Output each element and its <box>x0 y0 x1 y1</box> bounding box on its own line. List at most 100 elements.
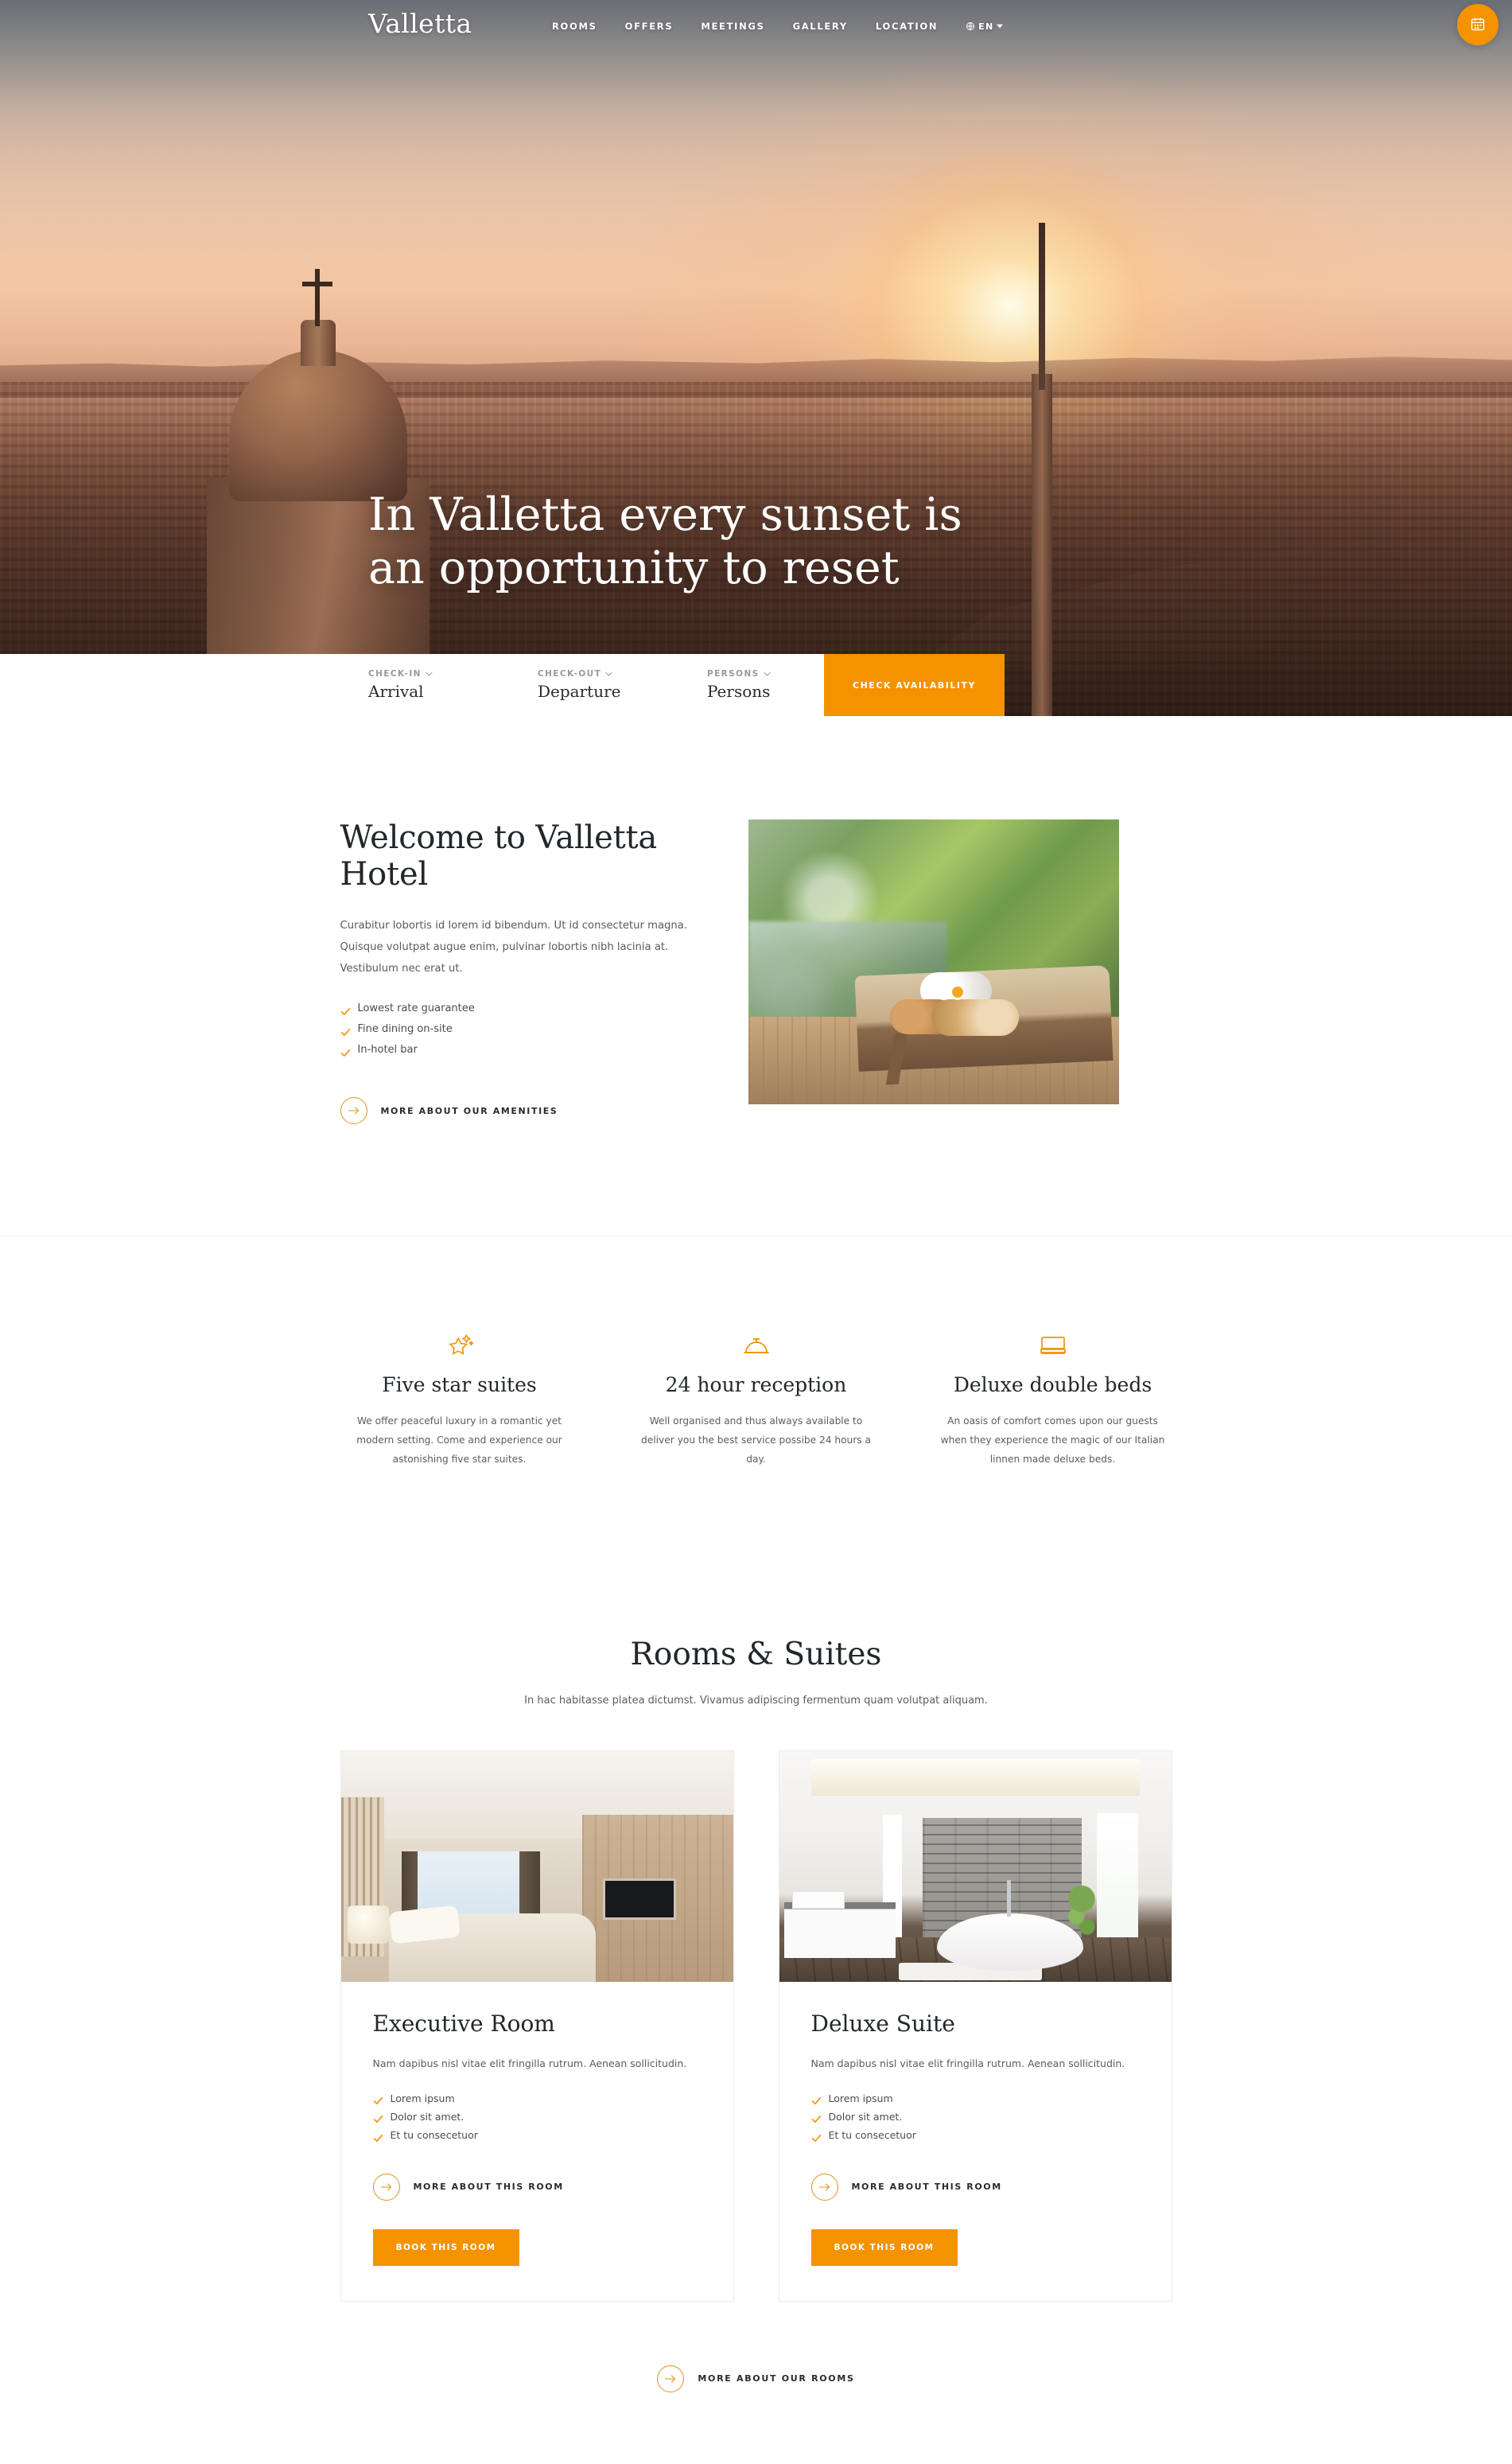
executive-room-photo <box>340 1750 733 1982</box>
check-availability-button[interactable]: CHECK AVAILABILITY <box>824 654 1005 716</box>
room-feature-list: Lorem ipsum Dolor sit amet. Et tu consec… <box>811 2089 1140 2145</box>
list-item-label: In-hotel bar <box>357 1044 418 1057</box>
site-logo[interactable]: Valletta <box>368 8 472 39</box>
welcome-heading: Welcome to Valletta Hotel <box>340 819 658 893</box>
checkout-label: CHECK-OUT <box>538 669 602 679</box>
list-item-label: Lowest rate guarantee <box>357 1002 475 1015</box>
check-icon <box>340 1025 351 1036</box>
check-icon <box>373 2093 383 2104</box>
checkout-label-row: CHECK-OUT <box>538 669 707 679</box>
more-about-rooms-link[interactable]: MORE ABOUT OUR ROOMS <box>657 2365 854 2392</box>
nav-item-gallery[interactable]: GALLERY <box>793 21 848 32</box>
check-icon <box>340 1004 351 1015</box>
amenities-link[interactable]: MORE ABOUT OUR AMENITIES <box>340 1097 717 1125</box>
feature-five-star-suites: Five star suites We offer peaceful luxur… <box>340 1330 579 1469</box>
list-item: Lorem ipsum <box>373 2089 702 2108</box>
checkin-label-row: CHECK-IN <box>368 669 538 679</box>
feature-text: We offer peaceful luxury in a romantic y… <box>356 1415 562 1465</box>
room-title: Deluxe Suite <box>810 2010 955 2037</box>
rooms-heading: Rooms & Suites <box>630 1636 882 1672</box>
feature-title: Deluxe double beds <box>953 1373 1152 1397</box>
list-item: In-hotel bar <box>340 1040 717 1061</box>
arrow-right-icon <box>657 2365 685 2392</box>
list-item-label: Lorem ipsum <box>390 2092 455 2104</box>
star-sparkle-icon <box>340 1330 579 1362</box>
list-item: Fine dining on-site <box>340 1019 717 1040</box>
room-description: Nam dapibus nisl vitae elit fringilla ru… <box>372 2057 687 2069</box>
welcome-checklist: Lowest rate guarantee Fine dining on-sit… <box>340 998 717 1061</box>
language-label: EN <box>978 21 994 32</box>
checkout-field[interactable]: CHECK-OUT <box>538 669 707 701</box>
book-this-room-button[interactable]: BOOK THIS ROOM <box>810 2228 958 2266</box>
more-about-room-link[interactable]: MORE ABOUT THIS ROOM <box>810 2173 1140 2201</box>
service-bell-icon <box>637 1330 876 1362</box>
feature-title: 24 hour reception <box>665 1373 847 1397</box>
list-item: Dolor sit amet. <box>811 2108 1140 2126</box>
room-card-executive[interactable]: Executive Room Nam dapibus nisl vitae el… <box>340 1750 734 2302</box>
spa-photo <box>748 819 1119 1104</box>
more-about-room-link[interactable]: MORE ABOUT THIS ROOM <box>372 2173 702 2201</box>
rooms-section: Rooms & Suites In hac habitasse platea d… <box>0 1588 1512 2464</box>
more-about-room-label: MORE ABOUT THIS ROOM <box>851 2182 1002 2193</box>
main-navigation: ROOMS OFFERS MEETINGS GALLERY LOCATION E… <box>552 21 1004 32</box>
nav-item-location[interactable]: LOCATION <box>876 21 938 32</box>
checkin-input[interactable] <box>368 682 538 701</box>
hotel-landing-page: Valletta ROOMS OFFERS MEETINGS GALLERY L… <box>0 0 1512 2464</box>
list-item: Et tu consecetuor <box>373 2126 702 2144</box>
globe-icon <box>966 21 975 31</box>
list-item: Lowest rate guarantee <box>340 998 717 1019</box>
check-icon <box>340 1045 351 1057</box>
amenities-link-label: MORE ABOUT OUR AMENITIES <box>380 1105 558 1116</box>
feature-24-hour-reception: 24 hour reception Well organised and thu… <box>637 1330 876 1469</box>
hero-headline: In Valletta every sunset is an opportuni… <box>368 489 962 596</box>
room-title: Executive Room <box>372 2010 555 2037</box>
persons-label: PERSONS <box>707 669 760 679</box>
welcome-section: Welcome to Valletta Hotel Curabitur lobo… <box>0 716 1512 1236</box>
chevron-down-icon <box>763 671 771 678</box>
checkin-field[interactable]: CHECK-IN <box>368 669 538 701</box>
caret-down-icon <box>997 24 1004 29</box>
hero-vignette <box>0 0 1512 716</box>
room-feature-list: Lorem ipsum Dolor sit amet. Et tu consec… <box>373 2089 702 2145</box>
feature-deluxe-double-beds: Deluxe double beds An oasis of comfort c… <box>934 1330 1172 1469</box>
arrow-right-icon <box>810 2173 838 2201</box>
book-this-room-button[interactable]: BOOK THIS ROOM <box>372 2228 519 2266</box>
features-section: Five star suites We offer peaceful luxur… <box>0 1236 1512 1589</box>
booking-fields: CHECK-IN CHECK-OUT PERSONS <box>368 654 876 716</box>
language-selector[interactable]: EN <box>966 21 1004 32</box>
welcome-image-column <box>748 819 1119 1124</box>
feature-title: Five star suites <box>382 1373 537 1397</box>
more-about-rooms-label: MORE ABOUT OUR ROOMS <box>698 2373 855 2384</box>
rooms-grid: Executive Room Nam dapibus nisl vitae el… <box>340 1750 1172 2302</box>
nav-item-offers[interactable]: OFFERS <box>625 21 674 32</box>
list-item: Lorem ipsum <box>811 2089 1140 2108</box>
calendar-icon <box>1470 16 1486 34</box>
welcome-paragraph: Curabitur lobortis id lorem id bibendum.… <box>340 920 688 975</box>
list-item-label: Dolor sit amet. <box>390 2111 464 2123</box>
nav-item-rooms[interactable]: ROOMS <box>552 21 597 32</box>
hero-title-line-1: In Valletta every sunset is <box>368 489 962 541</box>
booking-fab-button[interactable] <box>1457 4 1498 45</box>
booking-bar: CHECK-IN CHECK-OUT PERSONS <box>0 654 1512 716</box>
list-item: Dolor sit amet. <box>373 2108 702 2126</box>
check-icon <box>811 2093 822 2104</box>
arrow-right-icon <box>372 2173 400 2201</box>
list-item-label: Fine dining on-site <box>357 1023 453 1036</box>
room-description: Nam dapibus nisl vitae elit fringilla ru… <box>810 2057 1125 2069</box>
checkin-label: CHECK-IN <box>368 669 422 679</box>
hero-title-line-2: an opportunity to reset <box>368 542 900 595</box>
bed-icon <box>934 1330 1172 1362</box>
more-about-room-label: MORE ABOUT THIS ROOM <box>413 2182 564 2193</box>
room-card-deluxe-suite[interactable]: Deluxe Suite Nam dapibus nisl vitae elit… <box>778 1750 1172 2302</box>
list-item: Et tu consecetuor <box>811 2126 1140 2144</box>
feature-text: Well organised and thus always available… <box>641 1415 871 1465</box>
list-item-label: Et tu consecetuor <box>828 2129 916 2142</box>
check-icon <box>373 2131 383 2142</box>
deluxe-suite-photo <box>779 1750 1172 1982</box>
rooms-cta: MORE ABOUT OUR ROOMS <box>0 2365 1512 2392</box>
arrow-right-icon <box>340 1097 367 1125</box>
check-icon <box>373 2112 383 2123</box>
checkout-input[interactable] <box>538 682 707 701</box>
hero-section: Valletta ROOMS OFFERS MEETINGS GALLERY L… <box>0 0 1512 716</box>
nav-item-meetings[interactable]: MEETINGS <box>701 21 764 32</box>
